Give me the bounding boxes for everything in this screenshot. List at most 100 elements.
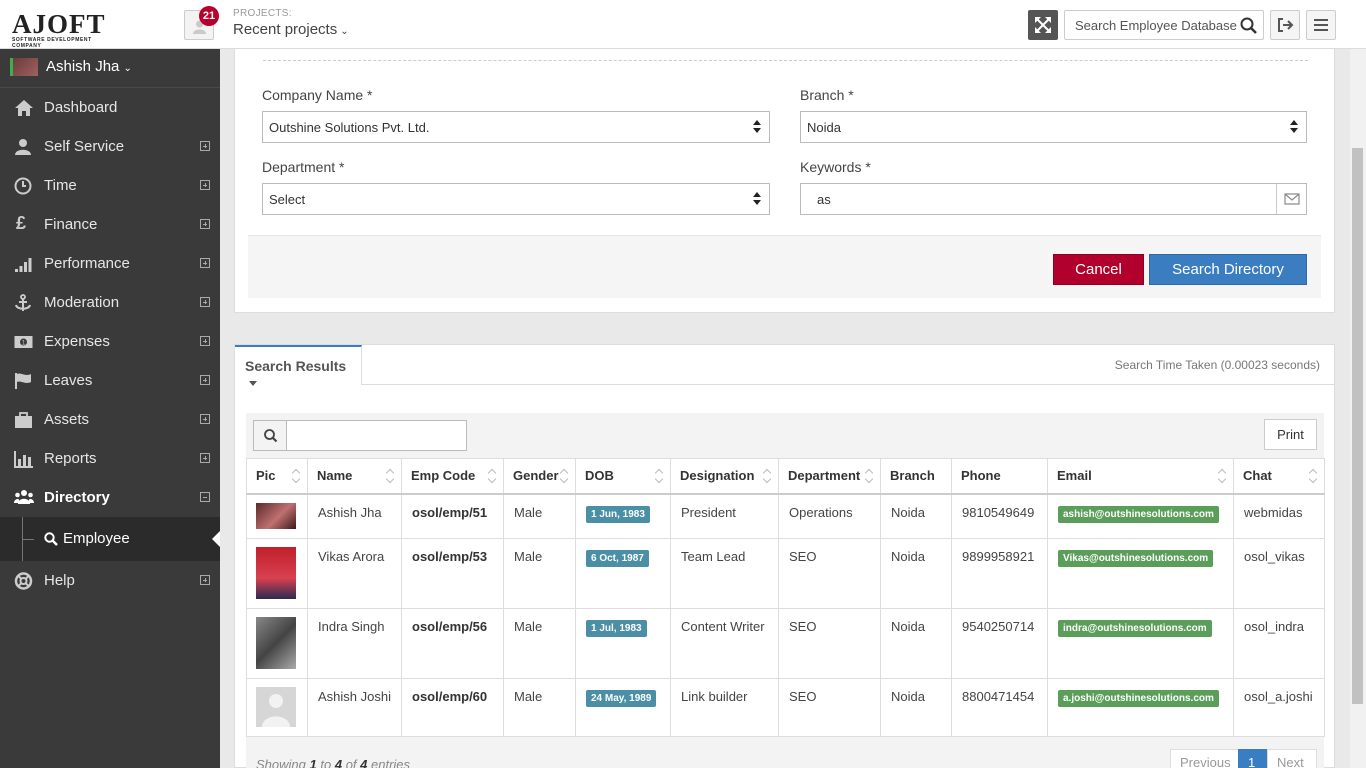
employee-branch: Noida	[880, 608, 952, 679]
info-prefix: Showing	[256, 757, 306, 768]
sort-icon	[1219, 470, 1227, 482]
expand-icon[interactable]	[200, 453, 210, 463]
col-dob[interactable]: DOB	[575, 458, 671, 495]
branch-select[interactable]: Noida	[800, 111, 1307, 143]
col-email[interactable]: Email	[1047, 458, 1234, 495]
expand-icon[interactable]	[200, 414, 210, 424]
expand-icon[interactable]	[200, 141, 210, 151]
department-select[interactable]: Select	[262, 183, 770, 215]
search-results-panel: Search Results Search Time Taken (0.0002…	[234, 344, 1335, 768]
lifebuoy-icon	[14, 572, 33, 590]
user-menu[interactable]: Ashish Jha ⌄	[0, 49, 220, 88]
employee-chat: osol_vikas	[1233, 538, 1325, 609]
sidebar-item-directory[interactable]: Directory	[0, 478, 220, 517]
column-label: Emp Code	[411, 468, 476, 484]
department-label: Department *	[262, 159, 345, 175]
select-arrows-icon	[1290, 120, 1298, 134]
expand-icon[interactable]	[200, 258, 210, 268]
employee-phone: 9810549649	[951, 493, 1048, 539]
expand-icon[interactable]	[200, 297, 210, 307]
page-1-button[interactable]: 1	[1238, 749, 1268, 768]
employee-code: osol/emp/53	[401, 538, 504, 609]
sidebar-item-help[interactable]: Help	[0, 561, 220, 600]
previous-page-button[interactable]: Previous	[1170, 749, 1239, 768]
expand-icon[interactable]	[200, 180, 210, 190]
envelope-icon	[1276, 184, 1306, 214]
sidebar-item-assets[interactable]: Assets	[0, 400, 220, 439]
col-name[interactable]: Name	[307, 458, 402, 495]
sidebar-item-moderation[interactable]: Moderation	[0, 283, 220, 322]
company-logo[interactable]: AJOFT SOFTWARE DEVELOPMENT COMPANY	[12, 11, 122, 50]
select-arrows-icon	[753, 192, 761, 206]
search-icon[interactable]	[1240, 17, 1257, 34]
table-filter-input[interactable]	[288, 421, 466, 450]
employee-email[interactable]: ashish@outshinesolutions.com	[1058, 505, 1219, 523]
sidebar-item-dashboard[interactable]: Dashboard	[0, 88, 220, 127]
col-gender[interactable]: Gender	[503, 458, 576, 495]
select-arrows-icon	[753, 120, 761, 134]
keywords-field	[800, 183, 1307, 215]
employee-email[interactable]: a.joshi@outshinesolutions.com	[1058, 690, 1219, 707]
tab-search-results[interactable]: Search Results	[235, 345, 362, 386]
employee-name: Ashish Jha	[307, 493, 402, 539]
employee-search-input[interactable]	[1065, 11, 1245, 39]
sidebar-item-self-service[interactable]: Self Service	[0, 127, 220, 166]
signal-icon	[15, 258, 32, 272]
briefcase-icon	[15, 412, 32, 428]
employee-email[interactable]: Vikas@outshinesolutions.com	[1058, 550, 1214, 567]
col-pic[interactable]: Pic	[246, 458, 308, 495]
default-avatar-icon	[262, 694, 290, 727]
sidebar-item-time[interactable]: Time	[0, 166, 220, 205]
employee-designation: Link builder	[670, 678, 779, 737]
sidebar-subitem-label: Employee	[63, 530, 130, 547]
col-designation[interactable]: Designation	[670, 458, 779, 495]
page-scrollbar[interactable]	[1350, 49, 1366, 768]
expand-icon[interactable]	[200, 219, 210, 229]
table-row: Ashish Joshi osol/emp/60 Male 24 May, 19…	[246, 678, 1325, 737]
fullscreen-button[interactable]	[1028, 10, 1058, 40]
sort-icon	[293, 470, 301, 482]
menu-button[interactable]	[1306, 10, 1336, 40]
search-directory-button[interactable]: Search Directory	[1149, 254, 1307, 285]
col-department[interactable]: Department	[778, 458, 881, 495]
employee-photo[interactable]	[256, 617, 296, 669]
cancel-button[interactable]: Cancel	[1053, 254, 1144, 285]
branch-label: Branch *	[800, 87, 854, 103]
employee-email[interactable]: indra@outshinesolutions.com	[1058, 620, 1212, 637]
next-page-button[interactable]: Next	[1267, 749, 1317, 768]
sidebar-item-expenses[interactable]: 1 Expenses	[0, 322, 220, 361]
caret-down-icon	[249, 380, 257, 386]
expand-icon[interactable]	[200, 375, 210, 385]
column-label: Email	[1057, 468, 1092, 484]
sidebar-subitem-employee[interactable]: Employee	[0, 517, 220, 561]
collapse-icon[interactable]	[200, 492, 210, 502]
projects-dropdown[interactable]: PROJECTS: Recent projects ⌄	[233, 8, 349, 38]
sidebar-item-reports[interactable]: Reports	[0, 439, 220, 478]
sidebar-item-label: Performance	[44, 255, 130, 272]
info-of-word: of	[345, 757, 357, 768]
col-chat[interactable]: Chat	[1233, 458, 1325, 495]
sidebar-item-leaves[interactable]: Leaves	[0, 361, 220, 400]
expand-icon[interactable]	[200, 336, 210, 346]
scrollbar-thumb[interactable]	[1352, 148, 1363, 704]
employee-photo[interactable]	[256, 547, 296, 599]
employee-phone: 8800471454	[951, 678, 1048, 737]
employee-photo[interactable]	[256, 502, 296, 529]
expand-icon[interactable]	[200, 575, 210, 585]
sidebar-item-finance[interactable]: £ Finance	[0, 205, 220, 244]
sidebar-item-performance[interactable]: Performance	[0, 244, 220, 283]
notification-badge: 21	[199, 6, 219, 26]
company-name-select[interactable]: Outshine Solutions Pvt. Ltd.	[262, 111, 770, 143]
col-emp-code[interactable]: Emp Code	[401, 458, 504, 495]
print-button[interactable]: Print	[1264, 419, 1317, 450]
money-icon: 1	[14, 336, 33, 348]
employee-name: Indra Singh	[307, 608, 402, 679]
col-branch[interactable]: Branch	[880, 458, 952, 495]
keywords-input[interactable]	[801, 184, 1271, 214]
col-phone[interactable]: Phone	[951, 458, 1048, 495]
search-form-panel: Company Name * Outshine Solutions Pvt. L…	[234, 49, 1335, 313]
logout-button[interactable]	[1270, 10, 1300, 40]
sidebar-item-label: Dashboard	[44, 99, 118, 116]
employee-photo[interactable]	[256, 687, 296, 727]
notifications-button[interactable]: 21	[184, 6, 219, 40]
